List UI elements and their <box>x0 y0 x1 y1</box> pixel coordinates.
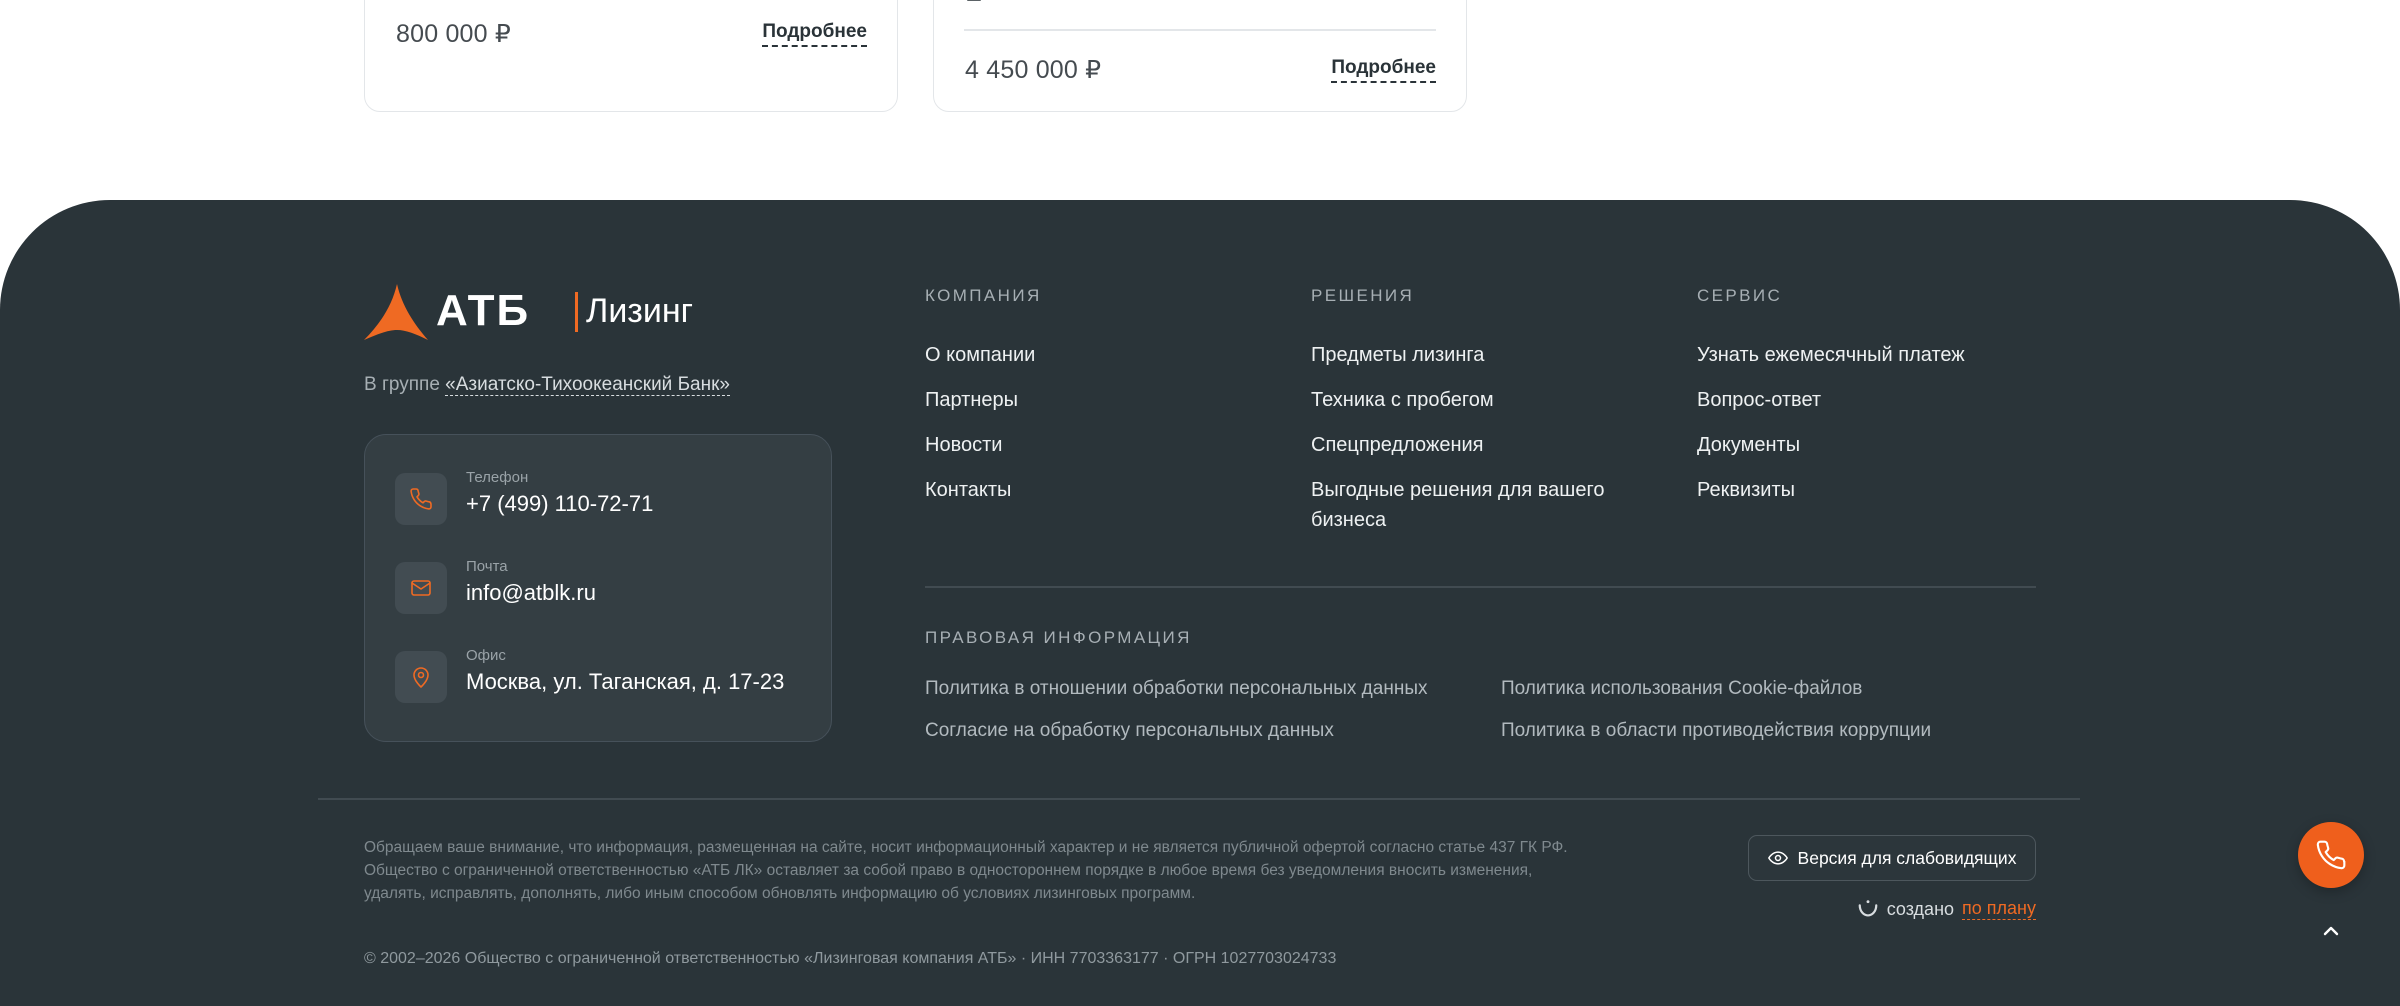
phone-icon <box>395 473 447 525</box>
contact-value[interactable]: info@atblk.ru <box>466 580 596 606</box>
divider <box>318 798 2080 800</box>
contact-value[interactable]: Москва, ул. Таганская, д. 17-23 <box>466 669 784 695</box>
footer: АТБ Лизинг В группе «Азиатско-Тихоокеанс… <box>0 200 2400 1006</box>
column-title-company: КОМПАНИЯ <box>925 286 1042 305</box>
footer-link[interactable]: Партнеры <box>925 385 1018 415</box>
disclaimer-line: Общество с ограниченной ответственностью… <box>364 862 1533 879</box>
divider <box>925 586 2036 588</box>
footer-link[interactable]: Реквизиты <box>1697 475 1795 505</box>
location-icon <box>395 651 447 703</box>
agency-link[interactable]: по плану <box>1962 898 2036 920</box>
low-vision-button[interactable]: Версия для слабовидящих <box>1748 835 2036 881</box>
made-by-prefix: создано <box>1886 898 1955 919</box>
smile-icon <box>1858 900 1878 917</box>
phone-icon <box>2316 840 2346 870</box>
column-title-service: СЕРВИС <box>1697 286 1783 305</box>
card-price: 800 000 ₽ <box>396 20 512 48</box>
contact-value[interactable]: +7 (499) 110-72-71 <box>466 491 653 517</box>
made-by: создано по плану <box>1857 898 2036 920</box>
contact-office[interactable]: Офис Москва, ул. Таганская, д. 17-23 <box>395 647 815 711</box>
product-card: 4 450 000 ₽ Подробнее <box>933 0 1467 112</box>
more-link[interactable]: Подробнее <box>1331 57 1436 83</box>
footer-link[interactable]: Спецпредложения <box>1311 430 1484 460</box>
group-info: В группе «Азиатско-Тихоокеанский Банк» <box>364 374 730 396</box>
footer-link[interactable]: Предметы лизинга <box>1311 340 1484 370</box>
eye-icon <box>1767 851 1788 865</box>
card-stub <box>967 0 981 1</box>
contacts-card: Телефон +7 (499) 110-72-71 Почта info@at… <box>364 434 832 742</box>
disclaimer-line: Обращаем ваше внимание, что информация, … <box>364 839 1568 856</box>
logo-divider <box>575 292 578 332</box>
card-divider <box>964 29 1436 31</box>
call-button[interactable] <box>2298 822 2364 888</box>
footer-link[interactable]: Техника с пробегом <box>1311 385 1494 415</box>
footer-link[interactable]: Документы <box>1697 430 1800 460</box>
legal-link[interactable]: Политика в отношении обработки персональ… <box>925 678 1427 700</box>
low-vision-label: Версия для слабовидящих <box>1797 847 2017 868</box>
footer-link[interactable]: Выгодные решения для вашего бизнеса <box>1311 475 1641 535</box>
bank-link[interactable]: «Азиатско-Тихоокеанский Банк» <box>445 374 730 396</box>
contact-email[interactable]: Почта info@atblk.ru <box>395 558 815 622</box>
footer-link[interactable]: Узнать ежемесячный платеж <box>1697 340 1965 370</box>
copyright: © 2002–2026 Общество с ограниченной отве… <box>364 950 1337 967</box>
logo-product: Лизинг <box>586 292 694 330</box>
legal-link[interactable]: Политика в области противодействия корру… <box>1501 720 1931 742</box>
contact-label: Офис <box>466 647 506 664</box>
group-prefix: В группе <box>364 374 446 395</box>
disclaimer-line: удалять, исправлять, дополнять, либо ины… <box>364 885 1196 902</box>
contact-label: Почта <box>466 558 508 575</box>
legal-link[interactable]: Согласие на обработку персональных данны… <box>925 720 1334 742</box>
scroll-top-button[interactable] <box>2314 914 2348 948</box>
contact-label: Телефон <box>466 469 529 486</box>
disclaimer: Обращаем ваше внимание, что информация, … <box>364 836 1664 905</box>
more-link[interactable]: Подробнее <box>762 21 867 47</box>
legal-title: ПРАВОВАЯ ИНФОРМАЦИЯ <box>925 628 1192 647</box>
footer-link[interactable]: Новости <box>925 430 1002 460</box>
logo[interactable]: АТБ Лизинг <box>364 284 724 340</box>
product-card: 800 000 ₽ Подробнее <box>364 0 898 112</box>
logo-mark-icon <box>364 284 428 340</box>
chevron-up-icon <box>2323 926 2339 936</box>
footer-link[interactable]: О компании <box>925 340 1035 370</box>
mail-icon <box>395 562 447 614</box>
legal-link[interactable]: Политика использования Cookie-файлов <box>1501 678 1862 700</box>
logo-brand: АТБ <box>436 286 531 335</box>
footer-link[interactable]: Контакты <box>925 475 1011 505</box>
card-price: 4 450 000 ₽ <box>965 56 1102 84</box>
contact-phone[interactable]: Телефон +7 (499) 110-72-71 <box>395 469 815 533</box>
column-title-solutions: РЕШЕНИЯ <box>1311 286 1415 305</box>
footer-link[interactable]: Вопрос-ответ <box>1697 385 1821 415</box>
